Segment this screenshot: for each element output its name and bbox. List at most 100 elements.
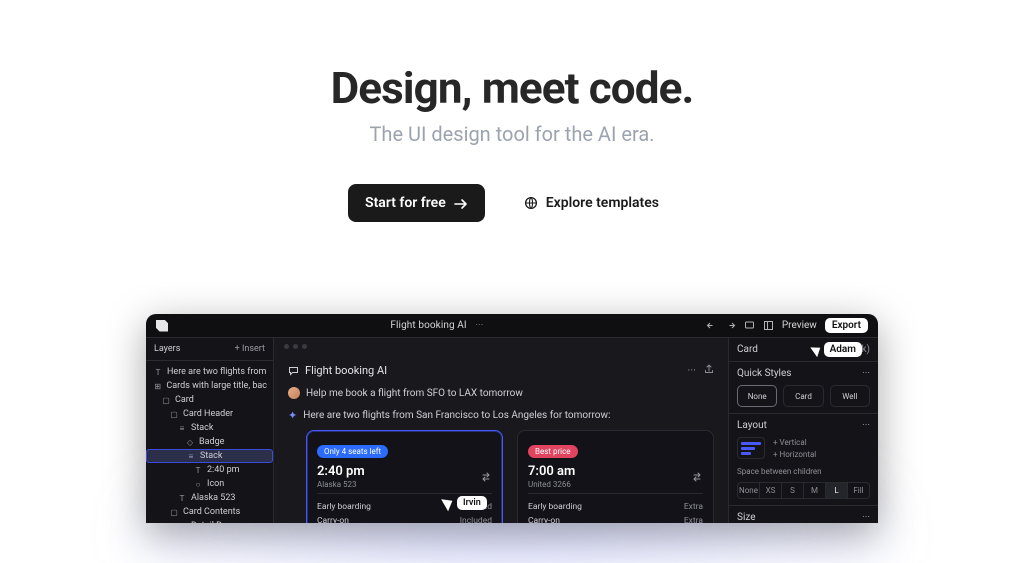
ai-message: Here are two flights from San Francisco … xyxy=(303,410,610,421)
explore-templates-button[interactable]: Explore templates xyxy=(507,184,676,222)
detail-row: Carry-on Extra xyxy=(528,514,703,523)
detail-value: Extra xyxy=(684,516,703,523)
layer-label: Card Contents xyxy=(183,507,240,517)
canvas-collab-cursor: Irvin xyxy=(444,496,487,510)
layer-node[interactable]: ≡ Stack xyxy=(146,449,273,463)
ai-sparkle-icon: ✦ xyxy=(288,409,297,422)
cursor-icon xyxy=(810,342,823,356)
layer-node[interactable]: ▢ Card xyxy=(146,393,273,407)
app-logo-icon xyxy=(156,320,168,332)
hero-title: Design, meet code. xyxy=(0,62,1024,114)
detail-value: Extra xyxy=(684,502,703,512)
layer-node[interactable]: ▢ Card Header xyxy=(146,407,273,421)
layer-glyph-icon: T xyxy=(154,368,162,377)
canvas-cursor-name: Irvin xyxy=(457,496,487,510)
user-avatar xyxy=(288,387,300,399)
layer-glyph-icon: ≡ xyxy=(178,424,186,433)
more-icon[interactable]: ··· xyxy=(862,512,870,523)
space-option[interactable]: S xyxy=(781,482,803,499)
space-label: Space between children xyxy=(737,467,870,476)
inspector-panel: Card (Stack) Quick Styles··· NoneCardWel… xyxy=(728,338,878,523)
flight-carrier: Alaska 523 xyxy=(317,480,365,489)
app-topbar: Flight booking AI ··· Preview Export Ada… xyxy=(146,314,878,338)
explore-templates-label: Explore templates xyxy=(546,195,659,211)
detail-key: Carry-on xyxy=(317,516,349,523)
thread-more-icon[interactable]: ··· xyxy=(687,364,696,377)
flight-time: 2:40 pm xyxy=(317,464,365,479)
quick-styles-label: Quick Styles xyxy=(737,368,791,379)
swap-icon[interactable] xyxy=(691,471,703,483)
flight-card[interactable]: Best price 7:00 am United 3266 Early boa… xyxy=(517,430,714,523)
layer-label: Card Header xyxy=(183,409,233,419)
layer-glyph-icon: ◇ xyxy=(186,438,194,447)
doc-title[interactable]: Flight booking AI xyxy=(390,320,466,331)
swap-icon[interactable] xyxy=(480,471,492,483)
layer-glyph-icon: T xyxy=(194,466,202,475)
layer-glyph-icon: ▢ xyxy=(170,508,178,517)
preview-button[interactable]: Preview xyxy=(782,320,817,331)
more-icon[interactable]: ··· xyxy=(862,420,870,431)
layer-label: 2:40 pm xyxy=(207,465,240,475)
layout-label: Layout xyxy=(737,420,767,431)
thread-share-icon[interactable] xyxy=(704,364,714,377)
layer-label: Alaska 523 xyxy=(191,493,235,503)
layout-vertical-button[interactable]: + Vertical xyxy=(773,438,816,447)
insert-button[interactable]: + Insert xyxy=(235,344,265,354)
layer-label: Stack xyxy=(200,451,222,461)
layer-label: Badge xyxy=(199,437,224,447)
layer-glyph-icon: T xyxy=(178,494,186,503)
layer-glyph-icon: ▢ xyxy=(162,396,170,405)
layer-glyph-icon: ⊞ xyxy=(154,382,161,391)
layer-label: Icon xyxy=(207,479,224,489)
space-option[interactable]: XS xyxy=(759,482,781,499)
more-icon[interactable]: ··· xyxy=(862,368,870,379)
layer-label: Cards with large title, bac xyxy=(166,381,267,391)
start-free-button[interactable]: Start for free xyxy=(348,184,485,222)
thread-title: Flight booking AI xyxy=(305,364,387,377)
detail-key: Early boarding xyxy=(317,502,371,512)
layer-node[interactable]: ⊞ Cards with large title, bac xyxy=(146,379,273,393)
undo-icon[interactable] xyxy=(706,320,717,331)
layer-node[interactable]: THere are two flights from xyxy=(146,365,273,379)
layer-label: Card xyxy=(175,395,194,405)
detail-row: Early boardingExtra xyxy=(528,500,703,514)
space-option[interactable]: L xyxy=(825,482,847,499)
layer-node[interactable]: ▢ Card Contents xyxy=(146,505,273,519)
layers-tab[interactable]: Layers xyxy=(154,344,180,354)
panels-icon[interactable] xyxy=(763,320,774,331)
quick-style-option[interactable]: Card xyxy=(783,385,823,407)
layer-glyph-icon: ▢ xyxy=(170,410,178,419)
doc-menu-icon[interactable]: ··· xyxy=(475,320,483,331)
space-option[interactable]: None xyxy=(737,482,759,499)
chat-bubble-icon xyxy=(288,365,299,376)
detail-key: Carry-on xyxy=(528,516,560,523)
layer-node[interactable]: ○Icon xyxy=(146,477,273,491)
card-badge: Best price xyxy=(528,445,578,458)
quick-style-option[interactable]: None xyxy=(737,385,777,407)
layout-preview-icon xyxy=(737,437,765,459)
canvas[interactable]: Flight booking AI ··· Help me book a fli… xyxy=(274,338,728,523)
layer-tree[interactable]: THere are two flights from ⊞ Cards with la… xyxy=(146,361,273,523)
arrow-right-icon xyxy=(454,198,468,210)
layer-node[interactable]: ◇ Badge xyxy=(146,435,273,449)
hero-subtitle: The UI design tool for the AI era. xyxy=(0,122,1024,146)
space-option[interactable]: M xyxy=(803,482,825,499)
user-message: Help me book a flight from SFO to LAX to… xyxy=(306,388,523,399)
app-window: Flight booking AI ··· Preview Export Ada… xyxy=(146,314,878,523)
space-option[interactable]: Fill xyxy=(847,482,870,499)
inspector-element-name: Card xyxy=(737,344,758,355)
redo-icon[interactable] xyxy=(725,320,736,331)
layer-node[interactable]: T 2:40 pm xyxy=(146,463,273,477)
export-button[interactable]: Export xyxy=(825,318,868,333)
layer-label: Stack xyxy=(191,423,213,433)
layer-glyph-icon: ≡ xyxy=(187,452,195,461)
layer-node[interactable]: —Detail Row xyxy=(146,519,273,523)
flight-time: 7:00 am xyxy=(528,464,575,479)
layer-node[interactable]: ≡ Stack xyxy=(146,421,273,435)
quick-style-option[interactable]: Well xyxy=(830,385,870,407)
flight-carrier: United 3266 xyxy=(528,480,575,489)
layer-node[interactable]: T Alaska 523 xyxy=(146,491,273,505)
collab-cursor-name: Adam xyxy=(824,342,862,357)
layout-horizontal-button[interactable]: + Horizontal xyxy=(773,450,816,459)
device-icon[interactable] xyxy=(744,320,755,331)
